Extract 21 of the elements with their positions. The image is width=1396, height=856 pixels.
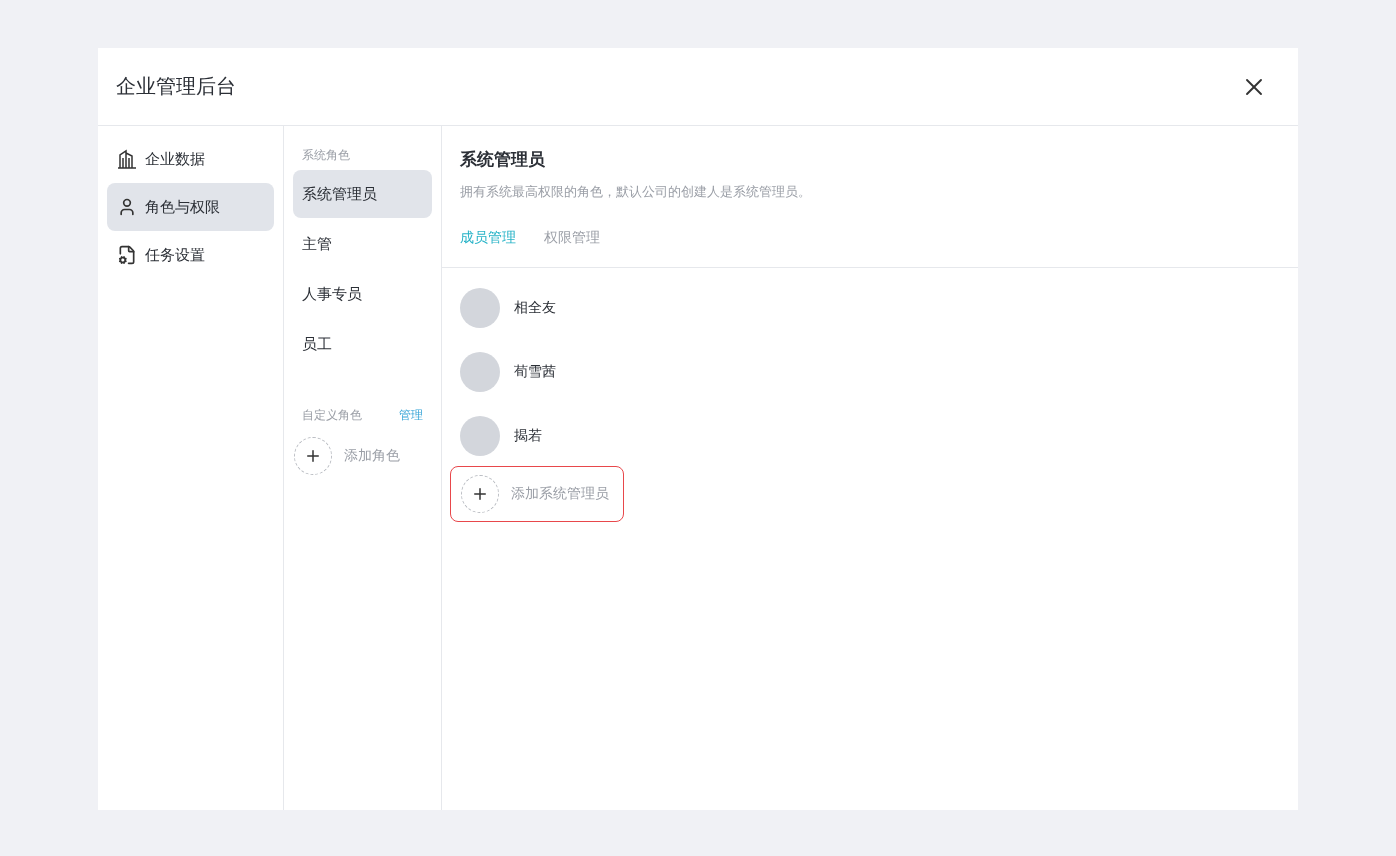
role-item[interactable]: 员工: [293, 320, 432, 368]
role-title: 系统管理员: [460, 148, 546, 171]
sidebar-item[interactable]: 角色与权限: [107, 183, 274, 231]
member-name: 揭若: [514, 427, 542, 445]
role-item[interactable]: 主管: [293, 220, 432, 268]
avatar: [460, 416, 500, 456]
sidebar-item[interactable]: 企业数据: [107, 135, 274, 183]
role-item[interactable]: 系统管理员: [293, 170, 432, 218]
window-title: 企业管理后台: [116, 73, 236, 100]
member-name: 荀雪茜: [514, 363, 556, 381]
role-item[interactable]: 人事专员: [293, 270, 432, 318]
role-description: 拥有系统最高权限的角色，默认公司的创建人是系统管理员。: [460, 183, 812, 201]
section-heading: 自定义角色: [302, 406, 362, 424]
avatar: [460, 288, 500, 328]
sidebar-item[interactable]: 任务设置: [107, 231, 274, 279]
avatar: [460, 352, 500, 392]
building-icon: [117, 149, 137, 169]
member-name: 相全友: [514, 299, 556, 317]
section-heading: 系统角色: [302, 146, 350, 164]
document-gear-icon: [117, 245, 137, 265]
user-icon: [117, 197, 137, 217]
